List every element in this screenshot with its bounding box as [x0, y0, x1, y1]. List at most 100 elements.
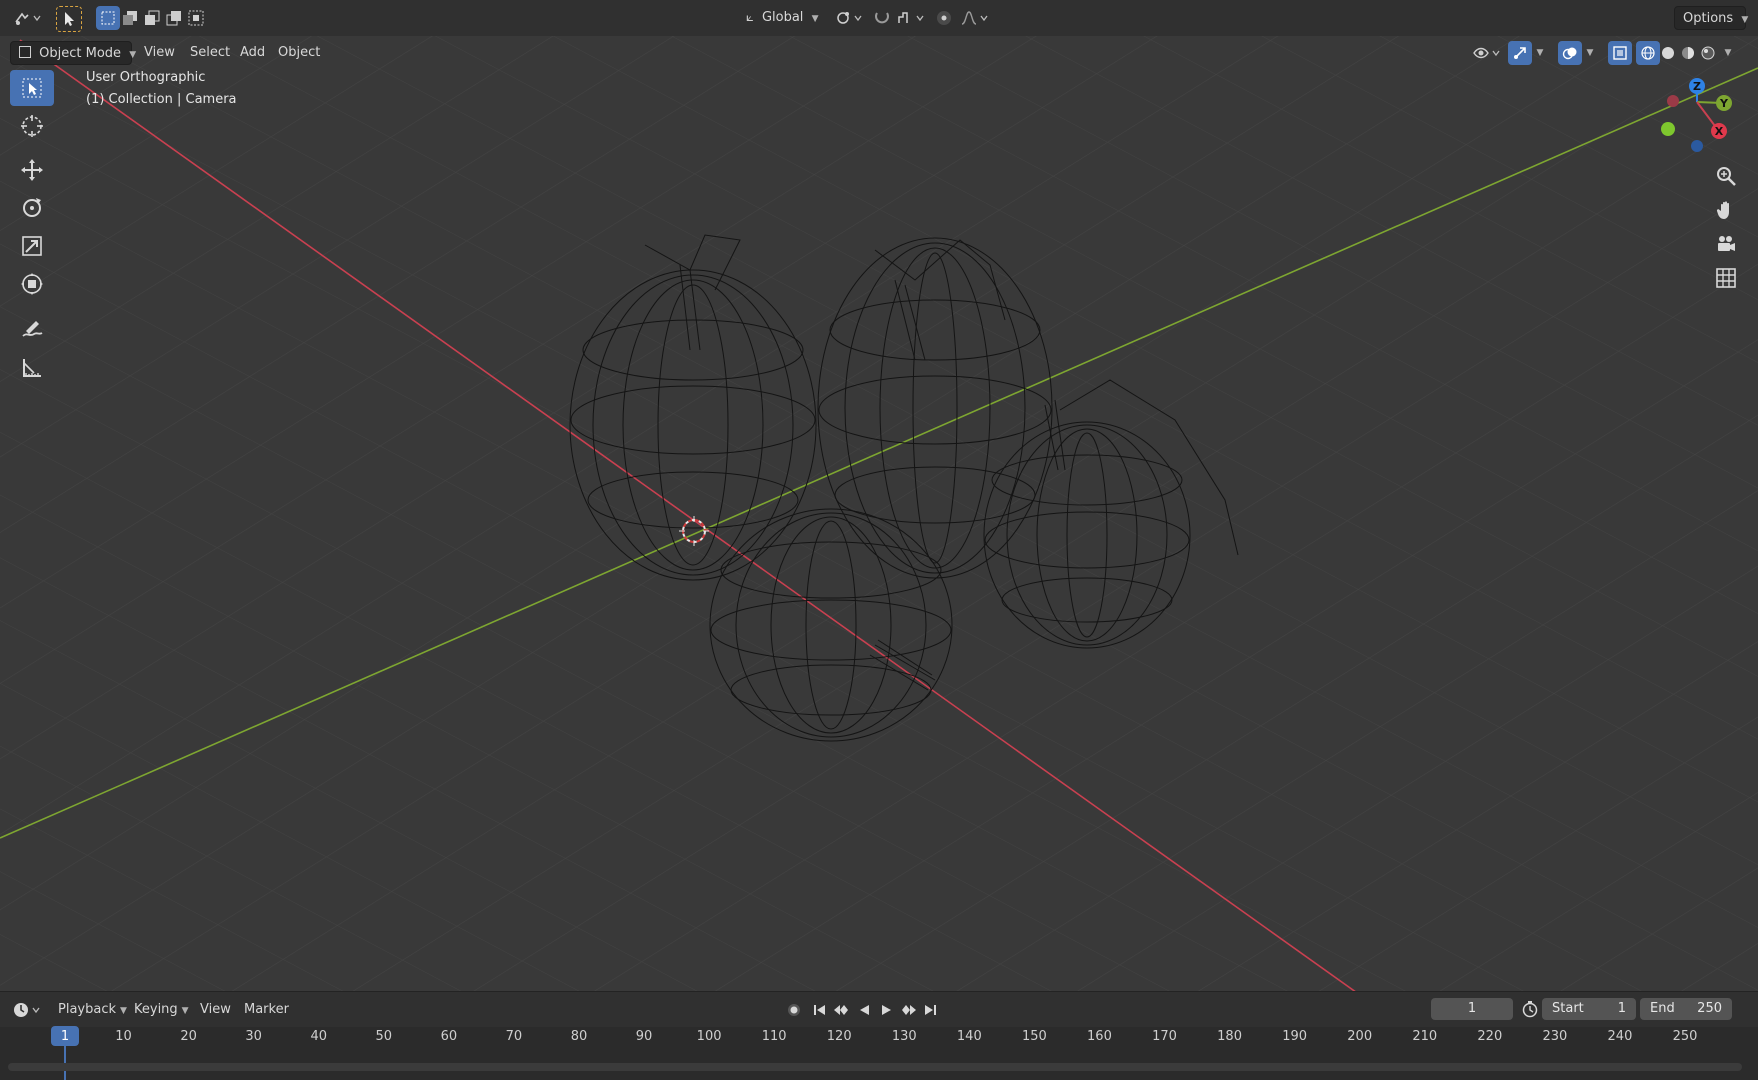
frame-tick-label: 110: [761, 1029, 787, 1044]
selection-mode-new-icon[interactable]: [96, 6, 120, 30]
tool-move[interactable]: [10, 152, 54, 188]
viewport-canvas: Z Y X: [0, 36, 1758, 991]
timeline-menu-view[interactable]: View: [192, 998, 239, 1022]
frame-tick-label: 200: [1347, 1029, 1373, 1044]
proportional-falloff-dropdown[interactable]: [958, 6, 992, 30]
tool-transform[interactable]: [10, 266, 54, 302]
frame-tick-label: 160: [1087, 1029, 1112, 1044]
frame-tick-label: 180: [1217, 1029, 1242, 1044]
viewport-header: Object Mode ▼ View Select Add Object ▼ ▼…: [0, 36, 1758, 70]
frame-tick-label: 1: [60, 1029, 70, 1044]
tool-rotate[interactable]: [10, 190, 54, 226]
3d-viewport[interactable]: Z Y X: [0, 36, 1758, 991]
menu-select[interactable]: Select: [182, 41, 238, 65]
move-arrows-icon: [21, 159, 43, 181]
tool-header: ⟀ Global ▼ Options ▼: [0, 0, 1758, 37]
play-icon[interactable]: [876, 998, 896, 1022]
frame-tick-label: 140: [956, 1029, 982, 1044]
timeline-menu-marker[interactable]: Marker: [236, 998, 297, 1022]
frame-tick-label: 130: [891, 1029, 917, 1044]
transform-orientation-dropdown[interactable]: ⟀ Global ▼: [738, 6, 824, 30]
overlays-dropdown-icon[interactable]: ▼: [1582, 41, 1598, 65]
frame-tick-label: 220: [1477, 1029, 1503, 1044]
snap-toggle-icon[interactable]: [870, 6, 894, 30]
shading-dropdown-icon[interactable]: ▼: [1720, 41, 1736, 65]
end-frame-field[interactable]: End 250: [1640, 998, 1732, 1020]
start-frame-field[interactable]: Start 1: [1542, 998, 1636, 1020]
camera-view-icon[interactable]: [1711, 229, 1741, 259]
tool-scale[interactable]: [10, 228, 54, 264]
tool-select-box[interactable]: [10, 70, 54, 106]
object-mode-icon: [19, 46, 31, 58]
shading-rendered-icon[interactable]: [1696, 41, 1720, 65]
editor-type-dropdown[interactable]: [10, 6, 46, 30]
grid-projection-icon[interactable]: [1711, 263, 1741, 293]
transform-icon: [21, 273, 43, 295]
frame-tick-label: 90: [635, 1029, 653, 1044]
frame-tick-label: 50: [375, 1029, 393, 1044]
options-dropdown[interactable]: Options ▼: [1674, 6, 1749, 30]
jump-to-next-keyframe-icon[interactable]: [898, 998, 918, 1022]
gizmo-z-label: Z: [1693, 80, 1701, 93]
frame-tick-label: 170: [1152, 1029, 1177, 1044]
gizmo-y-label: Y: [1719, 97, 1729, 110]
frame-tick-label: 10: [115, 1029, 132, 1044]
auto-keying-record-icon[interactable]: [782, 998, 806, 1022]
select-tool-icon[interactable]: [56, 6, 82, 32]
frame-tick-label: 230: [1542, 1029, 1568, 1044]
play-reverse-icon[interactable]: [854, 998, 874, 1022]
frame-tick-label: 210: [1412, 1029, 1438, 1044]
gizmo-toggle-icon[interactable]: [1508, 41, 1532, 65]
frame-tick-label: 240: [1607, 1029, 1633, 1044]
tool-cursor[interactable]: [10, 108, 54, 144]
frame-tick-label: 120: [826, 1029, 852, 1044]
selection-mode-extend-icon[interactable]: [118, 6, 142, 30]
timeline-menu-keying[interactable]: Keying ▼: [126, 998, 197, 1022]
timeline-editor-type-dropdown[interactable]: [10, 998, 44, 1022]
frame-tick-label: 100: [696, 1029, 722, 1044]
zoom-icon[interactable]: [1711, 161, 1741, 191]
frame-tick-label: 150: [1021, 1029, 1047, 1044]
timeline-menu-playback[interactable]: Playback ▼: [50, 998, 135, 1022]
chevron-down-icon: ▼: [811, 14, 819, 24]
selection-mode-invert-icon[interactable]: [162, 6, 186, 30]
annotate-pencil-icon: [22, 321, 43, 337]
menu-object[interactable]: Object: [270, 41, 328, 65]
proportional-editing-icon[interactable]: [932, 6, 956, 30]
selection-mode-subtract-icon[interactable]: [140, 6, 164, 30]
gizmo-x-label: X: [1715, 125, 1724, 138]
frame-tick-label: 190: [1282, 1029, 1308, 1044]
frame-tick-label: 30: [245, 1029, 262, 1044]
cursor-target-icon: [21, 115, 43, 137]
timeline-scrollbar[interactable]: [8, 1063, 1742, 1071]
chevron-down-icon: ▼: [1741, 15, 1749, 25]
gizmo-dropdown-icon[interactable]: ▼: [1532, 41, 1548, 65]
scale-icon: [22, 236, 42, 256]
menu-view[interactable]: View: [136, 41, 183, 65]
tool-annotate[interactable]: [10, 312, 54, 348]
jump-to-start-icon[interactable]: [810, 998, 830, 1022]
selection-mode-intersect-icon[interactable]: [184, 6, 208, 30]
object-mode-dropdown[interactable]: Object Mode ▼: [10, 41, 136, 65]
pivot-point-dropdown[interactable]: [832, 6, 866, 30]
cursor-arrow-icon: [22, 78, 42, 98]
snap-target-dropdown[interactable]: [894, 6, 928, 30]
frame-tick-label: 20: [180, 1029, 197, 1044]
use-preview-range-stopwatch-icon[interactable]: [1518, 997, 1542, 1021]
xray-toggle-icon[interactable]: [1608, 41, 1632, 65]
tool-measure[interactable]: [10, 350, 54, 386]
frame-tick-label: 70: [505, 1029, 523, 1044]
frame-tick-label: 250: [1672, 1029, 1698, 1044]
menu-add[interactable]: Add: [232, 41, 273, 65]
visibility-dropdown[interactable]: [1470, 41, 1504, 65]
frame-tick-label: 80: [570, 1029, 588, 1044]
view-name-label: User Orthographic: [86, 70, 206, 85]
overlays-toggle-icon[interactable]: [1558, 41, 1582, 65]
pan-hand-icon[interactable]: [1711, 195, 1741, 225]
chevron-down-icon: ▼: [181, 1006, 189, 1016]
frame-tick-label: 40: [310, 1029, 328, 1044]
jump-to-end-icon[interactable]: [920, 998, 940, 1022]
jump-to-prev-keyframe-icon[interactable]: [832, 998, 852, 1022]
current-frame-field[interactable]: 1: [1431, 998, 1513, 1020]
collection-info-label: (1) Collection | Camera: [86, 92, 237, 107]
